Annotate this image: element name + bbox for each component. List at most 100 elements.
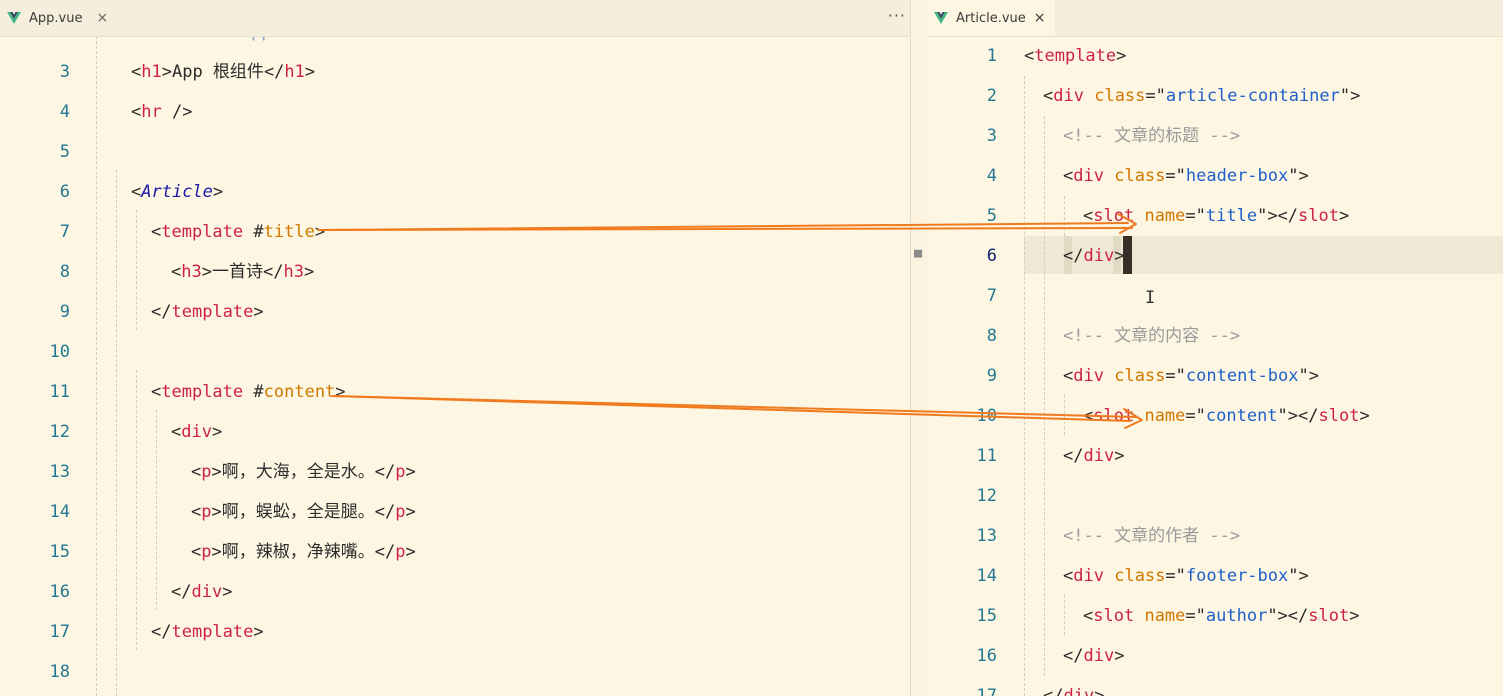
line-number: 1 <box>986 46 997 66</box>
line-text: <template #content> <box>151 382 346 402</box>
line-number: 17 <box>976 686 997 696</box>
line-number: 6 <box>986 246 997 266</box>
code-line[interactable]: 3 <h1>App 根组件</h1> <box>0 52 910 92</box>
line-text: <template> <box>1024 46 1127 66</box>
code-line[interactable]: 10 <slot name="content"></slot> <box>927 396 1503 436</box>
vue-logo-icon <box>7 12 21 24</box>
line-number: 12 <box>976 486 997 506</box>
line-number: 14 <box>976 566 997 586</box>
line-number: 14 <box>49 502 70 522</box>
code-line[interactable]: 1 <template> <box>927 36 1503 76</box>
scroll-marker-icon: ▀ <box>914 251 922 266</box>
code-line[interactable]: 13 <p>啊，大海，全是水。</p> <box>0 452 910 492</box>
left-tab-bar: App.vue × ··· <box>0 0 910 37</box>
code-line[interactable]: 7 <template #title> <box>0 212 910 252</box>
close-icon[interactable]: × <box>96 10 108 26</box>
code-line[interactable]: 6 </div> <box>927 236 1503 276</box>
more-actions-icon[interactable]: ··· <box>888 6 906 25</box>
code-line[interactable]: 5 <box>0 132 910 172</box>
line-text: <Article> <box>131 182 224 202</box>
code-line[interactable]: 11 </div> <box>927 436 1503 476</box>
line-number: 5 <box>59 142 70 162</box>
line-text: </div> <box>1043 686 1105 696</box>
line-number: 15 <box>49 542 70 562</box>
vue-logo-icon <box>934 12 948 24</box>
code-line[interactable]: 14 <p>啊，蜈蚣，全是腿。</p> <box>0 492 910 532</box>
line-number: 7 <box>986 286 997 306</box>
code-line[interactable]: 16 </div> <box>0 572 910 612</box>
code-line[interactable]: 4 <div class="header-box"> <box>927 156 1503 196</box>
code-line[interactable]: 8 <!-- 文章的内容 --> <box>927 316 1503 356</box>
code-line[interactable]: 9 <div class="content-box"> <box>927 356 1503 396</box>
code-line[interactable]: 14 <div class="footer-box"> <box>927 556 1503 596</box>
code-line[interactable]: 18 <box>0 652 910 692</box>
code-line[interactable]: 15 <p>啊，辣椒，净辣嘴。</p> <box>0 532 910 572</box>
line-text: <div class="header-box"> <box>1063 166 1309 186</box>
line-text: <div> <box>171 422 223 442</box>
right-editor[interactable]: 1 <template> 2 <div class="article-conta… <box>927 0 1503 696</box>
code-line[interactable]: 4 <hr /> <box>0 92 910 132</box>
mouse-ibeam-icon: I <box>1145 288 1156 308</box>
h3-text: 一首诗 <box>211 262 263 282</box>
code-line[interactable]: 2 <div class="article-container"> <box>927 76 1503 116</box>
line-text: </div> <box>171 582 233 602</box>
code-line[interactable]: 11 <template #content> <box>0 372 910 412</box>
code-line[interactable]: 13 <!-- 文章的作者 --> <box>927 516 1503 556</box>
line-text: </template> <box>151 302 264 322</box>
line-number: 3 <box>986 126 997 146</box>
left-editor[interactable]: 2 <div class="app-container"> 3 <h1>App … <box>0 0 910 696</box>
code-line[interactable]: 17 </template> <box>0 612 910 652</box>
line-number: 18 <box>49 662 70 682</box>
line-text: <template #title> <box>151 222 326 242</box>
line-text: <h3>一首诗</h3> <box>171 262 315 282</box>
line-number: 9 <box>986 366 997 386</box>
line-number: 10 <box>49 342 70 362</box>
tab-app-vue[interactable]: App.vue × <box>0 0 125 36</box>
code-line[interactable]: 17 </div> <box>927 676 1503 696</box>
code-line[interactable]: 6 <Article> <box>0 172 910 212</box>
close-icon[interactable]: × <box>1034 10 1046 26</box>
line-text: <h1>App 根组件</h1> <box>131 62 316 82</box>
line-text: <slot name="title"></slot> <box>1083 206 1350 226</box>
line-text: <hr /> <box>131 102 193 122</box>
line-number: 9 <box>59 302 70 322</box>
comment-title: <!-- 文章的标题 --> <box>1063 126 1241 146</box>
tab-label: Article.vue <box>956 10 1026 26</box>
code-line[interactable]: 15 <slot name="author"></slot> <box>927 596 1503 636</box>
line-number: 11 <box>976 446 997 466</box>
tab-article-vue[interactable]: Article.vue × <box>927 0 1055 36</box>
right-tab-bar: Article.vue × <box>927 0 1503 37</box>
line-text: <div class="content-box"> <box>1063 366 1319 386</box>
line-text: <slot name="content"></slot> <box>1083 406 1370 426</box>
code-line[interactable]: 9 </template> <box>0 292 910 332</box>
code-line[interactable]: 12 <div> <box>0 412 910 452</box>
code-line[interactable]: 3 <!-- 文章的标题 --> <box>927 116 1503 156</box>
code-line[interactable]: 12 <box>927 476 1503 516</box>
line-number: 3 <box>59 62 70 82</box>
code-line[interactable]: 7 <box>927 276 1503 316</box>
p-text: 啊，蜈蚣，全是腿。 <box>221 502 375 522</box>
line-number: 2 <box>986 86 997 106</box>
line-number: 4 <box>986 166 997 186</box>
code-line[interactable]: 16 </div> <box>927 636 1503 676</box>
line-number: 6 <box>59 182 70 202</box>
h1-text: App 根组件 <box>171 62 264 82</box>
code-line[interactable]: 8 <h3>一首诗</h3> <box>0 252 910 292</box>
comment-content: <!-- 文章的内容 --> <box>1063 326 1241 346</box>
line-number: 17 <box>49 622 70 642</box>
editor-split-gutter[interactable] <box>910 0 928 696</box>
code-line[interactable]: 10 <box>0 332 910 372</box>
line-text: <slot name="author"></slot> <box>1083 606 1360 626</box>
line-number: 12 <box>49 422 70 442</box>
tab-label: App.vue <box>29 10 83 26</box>
line-text: </div> <box>1063 646 1125 666</box>
line-number: 16 <box>976 646 997 666</box>
line-number: 10 <box>976 406 997 426</box>
line-number: 8 <box>59 262 70 282</box>
line-text: <div class="footer-box"> <box>1063 566 1309 586</box>
code-line[interactable]: 5 <slot name="title"></slot> <box>927 196 1503 236</box>
line-text: <p>啊，辣椒，净辣嘴。</p> <box>191 542 416 562</box>
p-text: 啊，大海，全是水。 <box>221 462 375 482</box>
line-number: 13 <box>976 526 997 546</box>
line-number: 5 <box>986 206 997 226</box>
